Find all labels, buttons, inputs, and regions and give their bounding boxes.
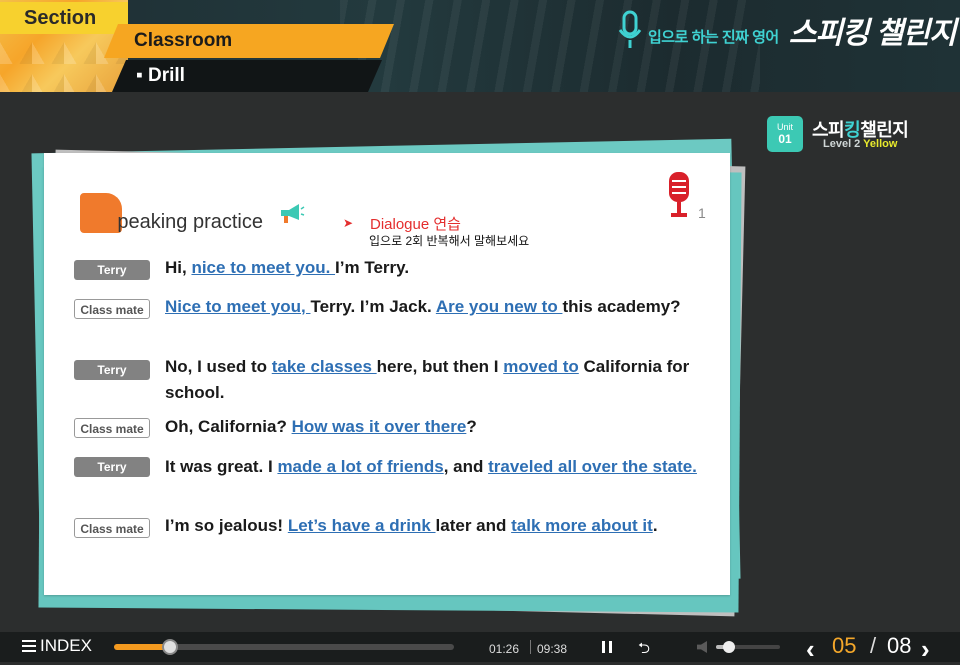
- brand-logo: 입으로 하는 진짜 영어 스피킹 챌린지: [618, 8, 957, 52]
- progress-handle[interactable]: [162, 639, 178, 655]
- keyword-phrase[interactable]: moved to: [503, 357, 579, 376]
- unit-badge-number: 01: [778, 132, 792, 146]
- line-text: later and: [435, 516, 512, 535]
- line-text: I’m Terry.: [335, 258, 410, 277]
- dialogue-instruction: 입으로 2회 반복해서 말해보세요: [369, 234, 530, 248]
- dialogue-line: It was great. I made a lot of friends, a…: [165, 454, 713, 480]
- keyword-phrase[interactable]: How was it over there: [292, 417, 467, 436]
- keyword-phrase[interactable]: Are you new to: [436, 297, 563, 316]
- record-mic-button[interactable]: [666, 170, 692, 220]
- line-text: No, I used to: [165, 357, 272, 376]
- volume-handle[interactable]: [723, 641, 735, 653]
- keyword-phrase[interactable]: take classes: [272, 357, 377, 376]
- time-divider: [530, 640, 531, 654]
- level-color: Yellow: [863, 138, 898, 150]
- brand-subtitle: 입으로 하는 진짜 영어: [648, 28, 779, 46]
- line-text: ?: [466, 417, 477, 436]
- page-total: 08: [887, 633, 912, 658]
- line-text: Oh, California?: [165, 417, 292, 436]
- dialogue-line: Hi, nice to meet you. I’m Terry.: [165, 255, 713, 281]
- index-button[interactable]: INDEX: [40, 636, 92, 656]
- title-cap-letter: S: [104, 211, 118, 233]
- pointer-arrow-icon: ➤: [343, 216, 354, 230]
- line-text: this academy?: [562, 297, 681, 316]
- dialogue-title: Dialogue 연습: [370, 216, 461, 233]
- total-time: 09:38: [537, 642, 568, 656]
- dialogue-line: I’m so jealous! Let’s have a drink later…: [165, 513, 713, 539]
- keyword-phrase[interactable]: Let’s have a drink: [288, 516, 436, 535]
- keyword-phrase[interactable]: nice to meet you.: [191, 258, 335, 277]
- line-text: I’m so jealous!: [165, 516, 288, 535]
- dialogue-line: Oh, California? How was it over there?: [165, 414, 713, 440]
- speaker-tag: Class mate: [74, 518, 150, 538]
- drill-label: ▪ Drill: [136, 65, 185, 86]
- replay-icon[interactable]: ⮌: [638, 638, 650, 663]
- section-label: Section: [0, 2, 128, 34]
- page-current: 05: [832, 633, 857, 658]
- line-text: Terry. I’m Jack.: [310, 297, 436, 316]
- brand-title: 스피킹 챌린지: [788, 17, 957, 50]
- unit-title-part1: 스피: [812, 120, 845, 140]
- keyword-phrase[interactable]: traveled all over the state.: [488, 457, 697, 476]
- speaker-tag: Terry: [74, 360, 150, 380]
- line-text: , and: [443, 457, 489, 476]
- speaker-tag: Class mate: [74, 299, 150, 319]
- level-label: Level 2: [823, 138, 861, 150]
- subsection-title: Classroom: [134, 30, 233, 51]
- keyword-phrase[interactable]: talk more about it: [511, 516, 653, 535]
- speaking-practice-title: Speaking practice: [104, 211, 263, 234]
- keyword-phrase[interactable]: made a lot of friends: [277, 457, 443, 476]
- current-time: 01:26: [489, 642, 520, 656]
- page-separator: /: [870, 633, 877, 658]
- speaker-tag: Class mate: [74, 418, 150, 438]
- line-text: Hi,: [165, 258, 192, 277]
- unit-badge: Unit 01: [767, 116, 803, 152]
- menu-icon[interactable]: [22, 640, 36, 652]
- speaker-tag: Terry: [74, 457, 150, 477]
- chevron-left-icon[interactable]: ‹: [806, 634, 815, 665]
- dialogue-line: Nice to meet you, Terry. I’m Jack. Are y…: [165, 294, 713, 320]
- unit-title-highlight: 킹: [844, 120, 861, 140]
- title-rest: peaking practice: [117, 211, 263, 233]
- unit-title-part2: 챌린지: [860, 120, 909, 140]
- line-text: It was great. I: [165, 457, 278, 476]
- megaphone-icon: [281, 204, 305, 223]
- dialogue-line: No, I used to take classes here, but the…: [165, 354, 713, 406]
- unit-level: Level 2 Yellow: [823, 138, 897, 150]
- line-text: .: [652, 516, 658, 535]
- pause-icon[interactable]: [602, 641, 612, 653]
- record-number: 1: [698, 205, 706, 221]
- header: Section Classroom ▪ Drill 입으로 하는 진짜 영어 스…: [0, 0, 960, 92]
- speaker-tag: Terry: [74, 260, 150, 280]
- keyword-phrase[interactable]: Nice to meet you,: [165, 297, 310, 316]
- line-text: here, but then I: [376, 357, 504, 376]
- chevron-right-icon[interactable]: ›: [921, 634, 930, 665]
- microphone-icon: [618, 10, 642, 48]
